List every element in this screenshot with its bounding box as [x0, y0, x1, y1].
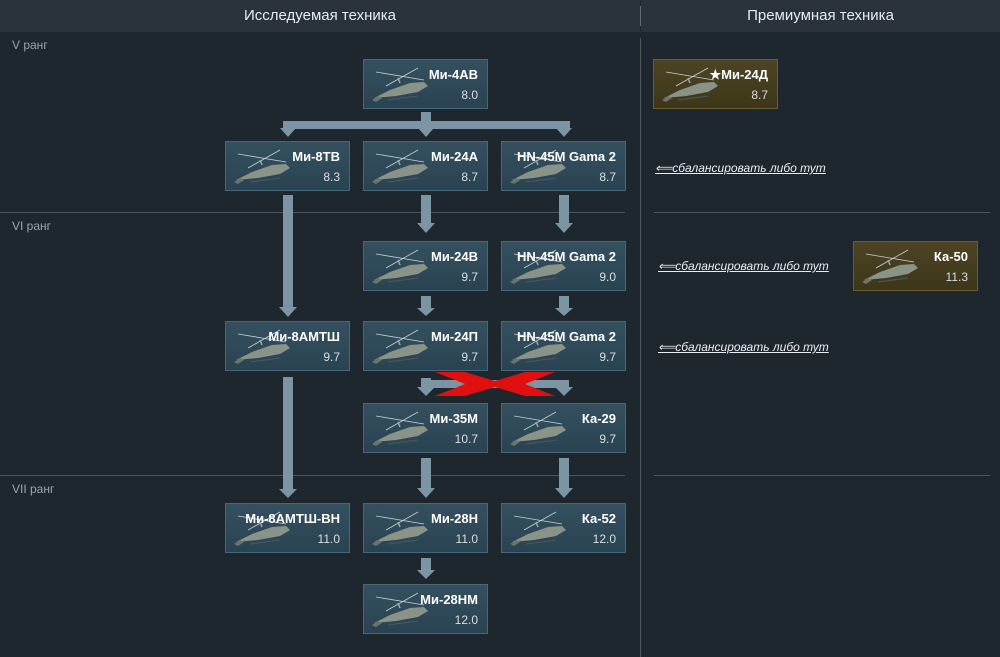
- vehicle-name: Ка-52: [581, 511, 616, 526]
- vehicle-card-mi28n[interactable]: Ми-28Н 11.0: [363, 503, 488, 553]
- vehicle-card-hn45m-2[interactable]: HN-45M Gama 2 9.0: [501, 241, 626, 291]
- premium-card-ka50[interactable]: Ка-50 11.3: [853, 241, 978, 291]
- vehicle-name: ★Ми-24Д: [709, 67, 768, 82]
- battle-rating: 11.0: [317, 532, 340, 546]
- battle-rating: 9.7: [599, 350, 616, 364]
- vehicle-name: Ка-50: [933, 249, 968, 264]
- helicopter-icon: [368, 328, 434, 368]
- battle-rating: 8.7: [751, 88, 768, 102]
- balance-link-rank-vi-b[interactable]: ⟸сбалансировать либо тут: [658, 340, 829, 354]
- vehicle-name: Ми-8АМТШ-ВН: [245, 511, 340, 526]
- battle-rating: 9.7: [461, 270, 478, 284]
- premium-card-mi24d[interactable]: ★Ми-24Д 8.7: [653, 59, 778, 109]
- battle-rating: 10.7: [454, 432, 478, 446]
- vehicle-card-mi24v[interactable]: Ми-24В 9.7: [363, 241, 488, 291]
- vehicle-card-mi8amtsh-vn[interactable]: Ми-8АМТШ-ВН 11.0: [225, 503, 350, 553]
- vehicle-card-hn45m-3[interactable]: HN-45M Gama 2 9.7: [501, 321, 626, 371]
- battle-rating: 9.7: [599, 432, 616, 446]
- helicopter-icon: [368, 66, 434, 106]
- vehicle-card-mi35m[interactable]: Ми-35М 10.7: [363, 403, 488, 453]
- vehicle-card-mi24p[interactable]: Ми-24П 9.7: [363, 321, 488, 371]
- vehicle-name: Ми-28НМ: [420, 592, 478, 607]
- vehicle-name: Ми-28Н: [431, 511, 478, 526]
- vehicle-name: HN-45M Gama 2: [517, 329, 616, 344]
- battle-rating: 12.0: [454, 613, 478, 627]
- helicopter-icon: [506, 510, 572, 550]
- vehicle-name: Ми-24В: [431, 249, 478, 264]
- battle-rating: 11.0: [455, 532, 478, 546]
- vehicle-card-ka29[interactable]: Ка-29 9.7: [501, 403, 626, 453]
- helicopter-icon: [368, 248, 434, 288]
- vehicle-name: Ка-29: [581, 411, 616, 426]
- vehicle-name: Ми-8АМТШ: [268, 329, 340, 344]
- research-tree-arrows: [279, 112, 573, 579]
- battle-rating: 8.7: [599, 170, 616, 184]
- vehicle-name: Ми-35М: [429, 411, 478, 426]
- vehicle-card-mi8tv[interactable]: Ми-8ТВ 8.3: [225, 141, 350, 191]
- vehicle-name: Ми-8ТВ: [292, 149, 340, 164]
- vehicle-card-mi4av[interactable]: Ми-4АВ 8.0: [363, 59, 488, 109]
- battle-rating: 9.7: [461, 350, 478, 364]
- vehicle-name: Ми-4АВ: [428, 67, 478, 82]
- helicopter-icon: [368, 510, 434, 550]
- helicopter-icon: [368, 410, 434, 450]
- vehicle-name: HN-45M Gama 2: [517, 249, 616, 264]
- vehicle-card-mi8amtsh[interactable]: Ми-8АМТШ 9.7: [225, 321, 350, 371]
- vehicle-name: Ми-24А: [431, 149, 478, 164]
- battle-rating: 8.3: [323, 170, 340, 184]
- balance-link-rank-v[interactable]: ⟸сбалансировать либо тут: [655, 161, 826, 175]
- vehicle-name: Ми-24П: [431, 329, 478, 344]
- vehicle-card-hn45m-1[interactable]: HN-45M Gama 2 8.7: [501, 141, 626, 191]
- vehicle-name: HN-45M Gama 2: [517, 149, 616, 164]
- helicopter-icon: [858, 248, 924, 288]
- helicopter-icon: [230, 148, 296, 188]
- helicopter-icon: [368, 148, 434, 188]
- battle-rating: 11.3: [945, 270, 968, 284]
- balance-link-rank-vi-a[interactable]: ⟸сбалансировать либо тут: [658, 259, 829, 273]
- battle-rating: 9.0: [599, 270, 616, 284]
- battle-rating: 9.7: [323, 350, 340, 364]
- cross-mark-icon: [435, 372, 555, 396]
- vehicle-card-mi28nm[interactable]: Ми-28НМ 12.0: [363, 584, 488, 634]
- battle-rating: 12.0: [592, 532, 616, 546]
- battle-rating: 8.7: [461, 170, 478, 184]
- helicopter-icon: [506, 410, 572, 450]
- battle-rating: 8.0: [461, 88, 478, 102]
- vehicle-card-ka52[interactable]: Ка-52 12.0: [501, 503, 626, 553]
- vehicle-card-mi24a[interactable]: Ми-24А 8.7: [363, 141, 488, 191]
